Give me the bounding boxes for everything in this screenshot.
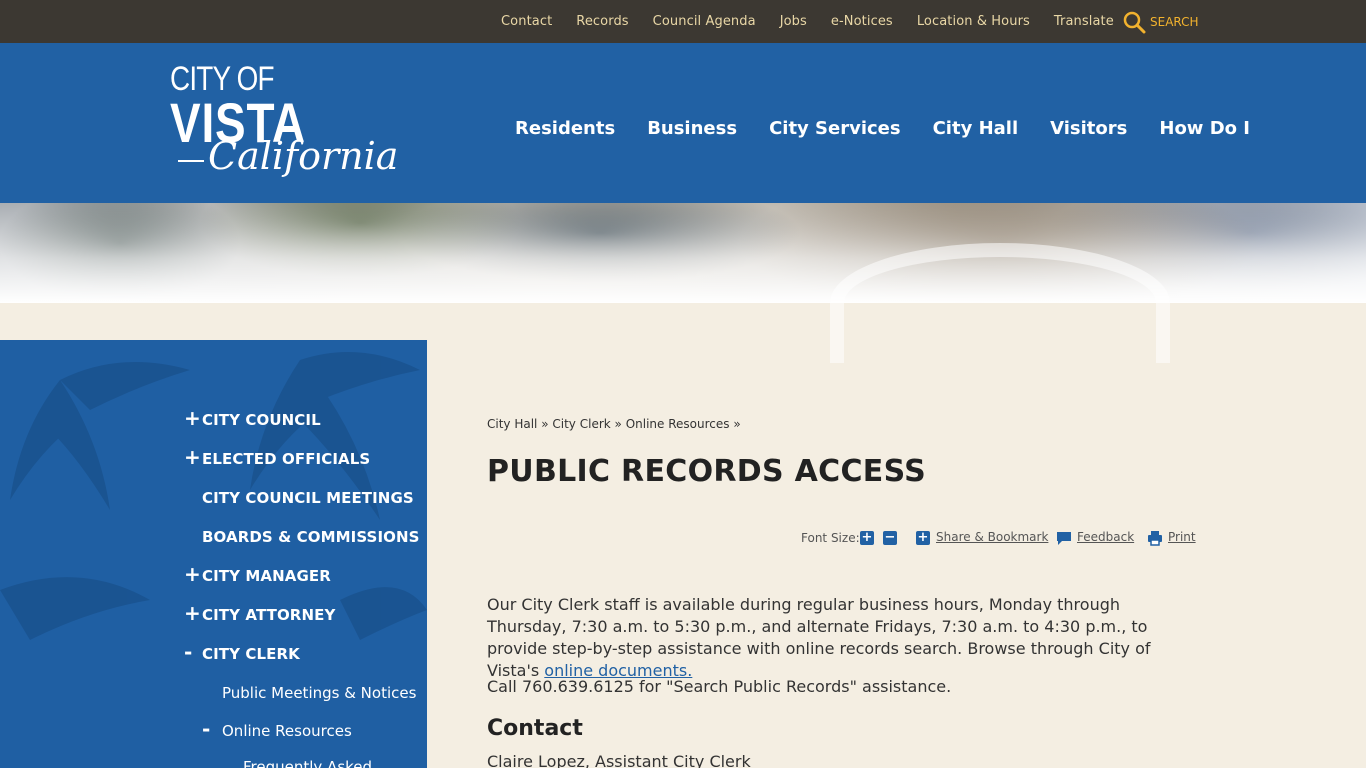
utility-link-contact[interactable]: Contact: [489, 14, 564, 29]
share-bookmark-link[interactable]: Share & Bookmark: [936, 530, 1048, 544]
sidebar-subitem-public-meetings[interactable]: Public Meetings & Notices: [222, 684, 416, 702]
sidebar-item-city-council-meetings[interactable]: CITY COUNCIL MEETINGS: [202, 489, 414, 507]
contact-name: Claire Lopez, Assistant City Clerk: [487, 752, 751, 768]
utility-links: Contact Records Council Agenda Jobs e-No…: [489, 0, 1126, 43]
breadcrumb-separator: »: [541, 417, 549, 431]
breadcrumb-city-hall[interactable]: City Hall: [487, 417, 537, 431]
banner-image: [0, 203, 1366, 363]
utility-link-location-hours[interactable]: Location & Hours: [905, 14, 1042, 29]
share-plus-icon: +: [916, 530, 930, 545]
logo-line-3: California: [208, 134, 399, 178]
contact-heading: Contact: [487, 716, 583, 741]
page-title: PUBLIC RECORDS ACCESS: [487, 454, 927, 489]
breadcrumb-city-clerk[interactable]: City Clerk: [552, 417, 610, 431]
utility-bar: Contact Records Council Agenda Jobs e-No…: [0, 0, 1366, 43]
banner-arch: [830, 243, 1170, 363]
nav-city-hall[interactable]: City Hall: [917, 120, 1035, 138]
breadcrumb-online-resources[interactable]: Online Resources: [626, 417, 730, 431]
utility-link-council-agenda[interactable]: Council Agenda: [641, 14, 768, 29]
sidebar-item-city-attorney[interactable]: CITY ATTORNEY: [202, 606, 335, 624]
feedback-icon: [1057, 532, 1071, 545]
utility-link-e-notices[interactable]: e-Notices: [819, 14, 905, 29]
sidebar-toggle-city-council[interactable]: +: [184, 408, 201, 428]
print-link[interactable]: Print: [1168, 530, 1196, 544]
breadcrumb: City Hall » City Clerk » Online Resource…: [487, 417, 741, 431]
utility-link-jobs[interactable]: Jobs: [768, 14, 819, 29]
nav-visitors[interactable]: Visitors: [1034, 120, 1143, 138]
palm-background: [0, 352, 427, 640]
utility-link-translate[interactable]: Translate: [1042, 14, 1126, 29]
logo-dash: [178, 160, 204, 162]
breadcrumb-separator: »: [733, 417, 741, 431]
sidebar-item-boards-commissions[interactable]: BOARDS & COMMISSIONS: [202, 528, 420, 546]
sidebar-subitem-online-resources[interactable]: Online Resources: [222, 722, 352, 740]
sidebar-subitem-frequently-asked[interactable]: Frequently Asked: [243, 758, 372, 768]
nav-business[interactable]: Business: [631, 120, 753, 138]
sidebar-toggle-city-attorney[interactable]: +: [184, 603, 201, 623]
sidebar-item-city-manager[interactable]: CITY MANAGER: [202, 567, 331, 585]
search-icon: [1123, 11, 1146, 34]
nav-residents[interactable]: Residents: [499, 120, 631, 138]
search-button[interactable]: SEARCH: [1122, 10, 1199, 34]
intro-paragraph: Our City Clerk staff is available during…: [487, 594, 1197, 682]
assistance-paragraph: Call 760.639.6125 for "Search Public Rec…: [487, 677, 952, 696]
feedback-link[interactable]: Feedback: [1077, 530, 1134, 544]
breadcrumb-separator: »: [614, 417, 622, 431]
sidebar-item-city-clerk[interactable]: CITY CLERK: [202, 645, 300, 663]
sidebar-nav: + CITY COUNCIL + ELECTED OFFICIALS CITY …: [0, 340, 427, 768]
sidebar-item-city-council[interactable]: CITY COUNCIL: [202, 411, 321, 429]
font-size-label: Font Size:: [801, 531, 860, 545]
sidebar-toggle-online-resources[interactable]: -: [202, 719, 210, 739]
sidebar-toggle-city-manager[interactable]: +: [184, 564, 201, 584]
main-nav: Residents Business City Services City Ha…: [499, 43, 1266, 215]
nav-how-do-i[interactable]: How Do I: [1143, 120, 1266, 138]
sidebar-item-elected-officials[interactable]: ELECTED OFFICIALS: [202, 450, 370, 468]
font-increase-button[interactable]: +: [860, 531, 874, 545]
sidebar-toggle-city-clerk[interactable]: -: [184, 642, 192, 662]
font-decrease-button[interactable]: −: [883, 531, 897, 545]
print-icon: [1148, 531, 1162, 546]
search-label: SEARCH: [1150, 15, 1199, 29]
city-logo[interactable]: CITY OF VISTA California: [170, 60, 398, 188]
sidebar-toggle-elected-officials[interactable]: +: [184, 447, 201, 467]
utility-link-records[interactable]: Records: [564, 14, 640, 29]
nav-city-services[interactable]: City Services: [753, 120, 917, 138]
